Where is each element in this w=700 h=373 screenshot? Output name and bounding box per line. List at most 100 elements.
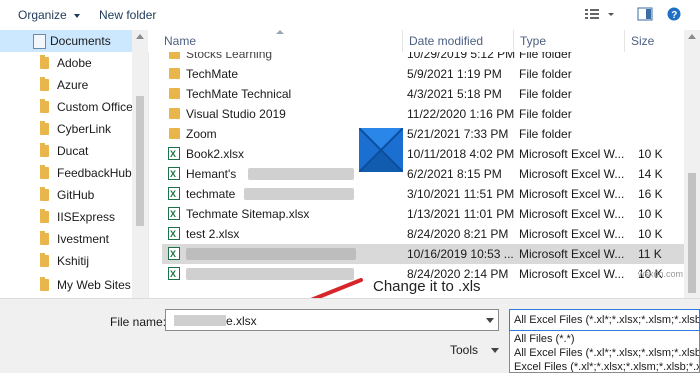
chevron-down-icon[interactable] (486, 318, 494, 323)
folder-icon (40, 99, 49, 113)
file-row[interactable]: TechMate 5/9/2021 1:19 PM File folder (162, 64, 684, 84)
chevron-down-icon (74, 13, 81, 18)
file-date: 8/24/2020 8:21 PM (407, 227, 509, 241)
excel-file-icon (168, 164, 180, 184)
file-date: 10/29/2019 5:12 PM (407, 52, 516, 61)
excel-file-icon (168, 264, 180, 284)
file-date: 5/21/2021 7:33 PM (407, 127, 509, 141)
nav-item-label: Custom Office (57, 100, 133, 114)
file-date: 4/3/2021 5:18 PM (407, 87, 502, 101)
nav-item-iisexpress[interactable]: IISExpress (0, 206, 132, 228)
excel-file-icon (168, 224, 180, 244)
file-list-scrollbar-thumb[interactable] (688, 173, 696, 293)
file-type-option[interactable]: All Files (*.*) (514, 333, 575, 345)
chevron-down-icon (491, 348, 500, 354)
nav-item-label: My Web Sites (57, 278, 131, 292)
help-icon[interactable]: ? (666, 7, 682, 21)
nav-item-azure[interactable]: Azure (0, 74, 132, 96)
folder-icon (40, 231, 49, 245)
file-row[interactable]: Book2.xlsx 10/11/2018 4:02 PM Microsoft … (162, 144, 684, 164)
file-date: 5/9/2021 1:19 PM (407, 67, 502, 81)
file-name: Zoom (186, 127, 217, 141)
nav-item-github[interactable]: GitHub (0, 184, 132, 206)
excel-file-icon (168, 144, 180, 164)
documents-icon (33, 34, 46, 49)
view-dropdown-icon[interactable] (606, 7, 616, 21)
file-name: TechMate Technical (186, 87, 292, 101)
file-name-input[interactable]: e.xlsx (165, 309, 499, 331)
folder-icon (40, 187, 49, 201)
folder-icon (40, 55, 49, 69)
file-type-select[interactable]: All Excel Files (*.xl*;*.xlsx;*.xlsm;*.x… (509, 309, 700, 331)
annotation-text: Change it to .xls (373, 278, 481, 295)
file-row-selected[interactable]: 10/16/2019 10:53 ... Microsoft Excel W..… (162, 244, 684, 264)
file-row[interactable]: Zoom 5/21/2021 7:33 PM File folder (162, 124, 684, 144)
file-row[interactable]: Visual Studio 2019 11/22/2020 1:16 PM Fi… (162, 104, 684, 124)
folder-icon (40, 77, 49, 91)
file-type: Microsoft Excel W... (519, 207, 625, 221)
nav-item-ducat[interactable]: Ducat (0, 140, 132, 162)
file-size: 16 K (638, 187, 663, 201)
file-type: Microsoft Excel W... (519, 167, 625, 181)
organize-button[interactable]: Organize (18, 8, 81, 22)
nav-item-adobe[interactable]: Adobe (0, 52, 132, 74)
column-header-date[interactable]: Date modified (402, 30, 513, 52)
nav-item-feedbackhub[interactable]: FeedbackHub (0, 162, 132, 184)
svg-text:?: ? (671, 10, 677, 21)
file-row[interactable]: Hemant's 6/2/2021 8:15 PM Microsoft Exce… (162, 164, 684, 184)
redacted-text (248, 168, 354, 180)
file-list: Stocks Learning 10/29/2019 5:12 PM File … (148, 52, 684, 298)
preview-pane-icon[interactable] (637, 7, 653, 21)
column-header-size[interactable]: Size (624, 30, 684, 52)
file-type: File folder (519, 67, 572, 81)
file-row[interactable]: Techmate Sitemap.xlsx 1/13/2021 11:01 PM… (162, 204, 684, 224)
file-date: 10/16/2019 10:53 ... (407, 247, 514, 261)
nav-item-ivestment[interactable]: Ivestment (0, 228, 132, 250)
folder-icon (40, 165, 49, 179)
column-header-type[interactable]: Type (513, 30, 624, 52)
tools-button[interactable]: Tools (450, 343, 500, 357)
excel-file-icon (168, 244, 180, 264)
nav-item-documents[interactable]: Documents (0, 30, 132, 52)
nav-scrollbar[interactable] (132, 30, 148, 298)
file-type: Microsoft Excel W... (519, 267, 625, 281)
file-row[interactable]: Stocks Learning 10/29/2019 5:12 PM File … (162, 52, 684, 64)
file-row[interactable]: test 2.xlsx 8/24/2020 8:21 PM Microsoft … (162, 224, 684, 244)
scroll-up-arrow-icon[interactable] (688, 34, 696, 39)
nav-item-label: FeedbackHub (57, 166, 132, 180)
folder-icon (40, 121, 49, 135)
nav-item-custom-office[interactable]: Custom Office (0, 96, 133, 118)
file-row[interactable]: TechMate Technical 4/3/2021 5:18 PM File… (162, 84, 684, 104)
file-type-option[interactable]: Excel Files (*.xl*;*.xlsx;*.xlsm;*.xlsb;… (514, 361, 699, 372)
file-size: 14 K (638, 167, 663, 181)
file-row[interactable]: techmate 3/10/2021 11:51 PM Microsoft Ex… (162, 184, 684, 204)
file-date: 3/10/2021 11:51 PM (407, 187, 515, 201)
file-name: Book2.xlsx (186, 147, 245, 161)
file-name: test 2.xlsx (186, 227, 240, 241)
organize-label: Organize (18, 8, 67, 22)
scroll-up-arrow-icon[interactable] (136, 34, 144, 39)
nav-item-label: Ducat (57, 144, 89, 158)
navigation-pane: Documents Adobe Azure Custom Office Cybe… (0, 30, 149, 298)
nav-item-kshitij[interactable]: Kshitij (0, 250, 132, 272)
column-header-bar: Name Date modified Type Size (148, 30, 684, 52)
nav-item-cyberlink[interactable]: CyberLink (0, 118, 132, 140)
file-size: 10 K (638, 227, 663, 241)
new-folder-button[interactable]: New folder (99, 8, 156, 22)
file-name: techmate (186, 187, 236, 201)
nav-item-my-web-sites[interactable]: My Web Sites (0, 274, 132, 296)
nav-scrollbar-thumb[interactable] (136, 96, 144, 226)
file-type: File folder (519, 87, 572, 101)
view-options-icon[interactable] (584, 7, 600, 21)
file-list-scrollbar[interactable] (684, 30, 700, 298)
file-name: Techmate Sitemap.xlsx (186, 207, 310, 221)
file-type: File folder (519, 127, 572, 141)
redacted-text (244, 188, 354, 200)
file-type-option[interactable]: All Excel Files (*.xl*;*.xlsx;*.xlsm;*.x… (514, 347, 699, 359)
file-date: 1/13/2021 11:01 PM (407, 207, 515, 221)
nav-item-label: Adobe (57, 56, 92, 70)
folder-icon (40, 253, 49, 267)
excel-logo-icon (358, 127, 404, 173)
file-name: Hemant's (186, 167, 237, 181)
excel-file-icon (168, 204, 180, 224)
